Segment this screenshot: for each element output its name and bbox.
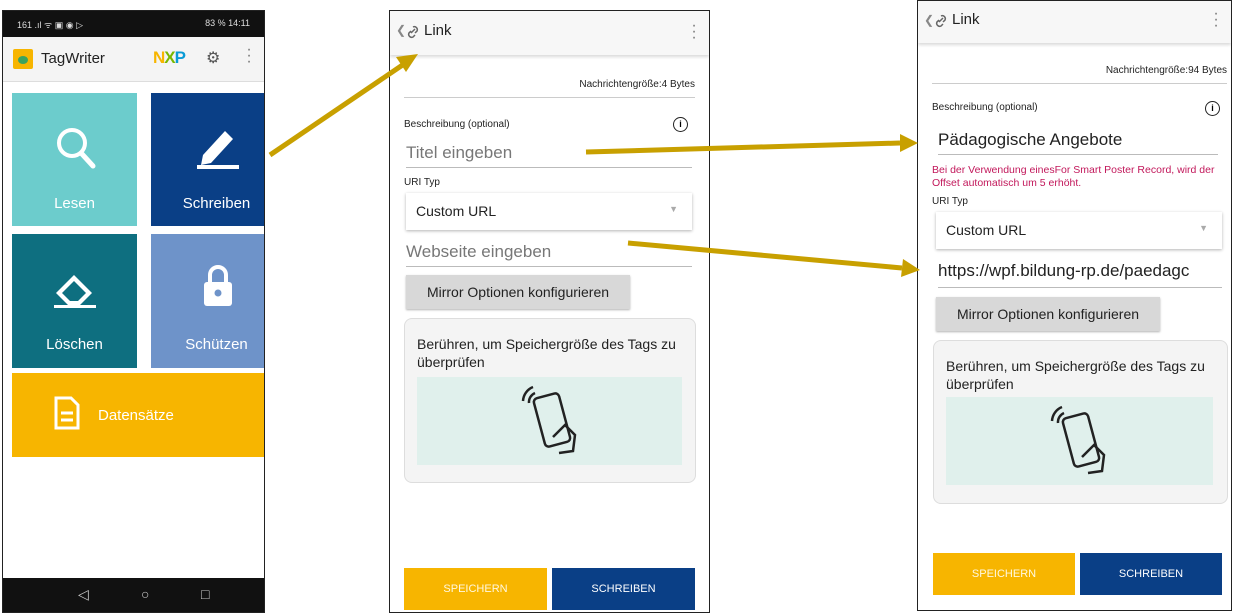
arrow-website-to-filled xyxy=(627,240,903,271)
arrowhead xyxy=(900,134,918,152)
annotation-arrows xyxy=(268,54,920,277)
arrow-schreiben-to-link xyxy=(268,61,406,158)
arrowhead xyxy=(901,259,920,277)
arrow-title-to-filled xyxy=(585,140,901,155)
